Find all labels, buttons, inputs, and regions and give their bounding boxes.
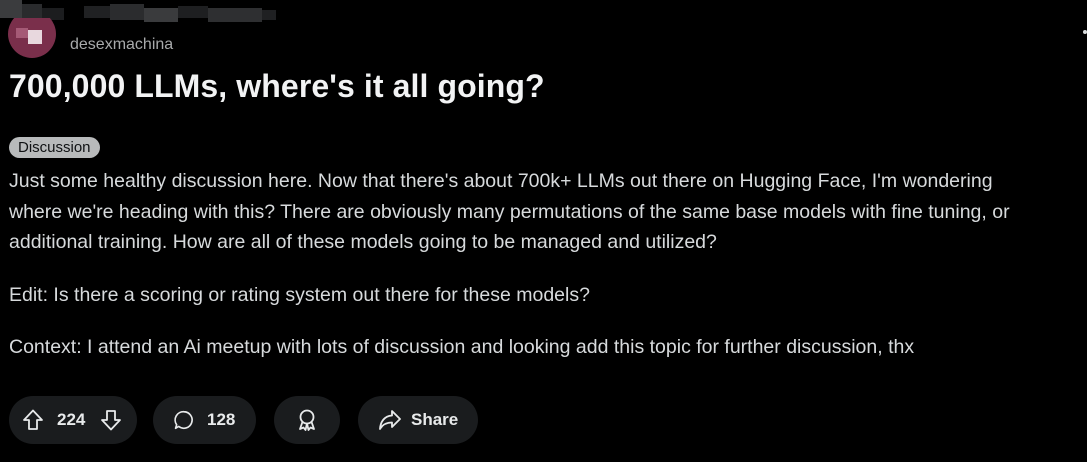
post-flair[interactable]: Discussion	[9, 137, 100, 158]
comment-count: 128	[207, 410, 236, 429]
body-edit-line: Edit: Is there a scoring or rating syste…	[9, 283, 590, 306]
post-title[interactable]: 700,000 LLMs, where's it all going?	[9, 68, 545, 105]
award-button[interactable]	[274, 396, 340, 444]
arrow-up-icon[interactable]	[21, 408, 45, 432]
avatar[interactable]	[8, 18, 56, 58]
comments-button[interactable]: 128	[153, 396, 256, 444]
share-button[interactable]: Share	[358, 396, 478, 444]
speech-bubble-icon	[173, 409, 195, 431]
body-line: Just some healthy discussion here. Now t…	[9, 170, 993, 192]
body-line: where we're heading with this? There are…	[9, 200, 1010, 223]
arrow-down-icon[interactable]	[99, 408, 123, 432]
author-username[interactable]: desexmachina	[70, 36, 173, 54]
body-line: additional training. How are all of thes…	[9, 231, 717, 253]
share-arrow-icon	[378, 409, 402, 431]
post-body: Just some healthy discussion here. Now t…	[9, 166, 1087, 363]
share-label: Share	[411, 410, 459, 429]
body-context-line: Context: I attend an Ai meetup with lots…	[9, 336, 915, 358]
more-options-icon[interactable]	[1083, 30, 1087, 34]
award-ribbon-icon	[295, 408, 319, 432]
vote-pill: 224	[9, 396, 137, 444]
vote-count: 224	[57, 410, 86, 429]
post-card: desexmachina 700,000 LLMs, where's it al…	[0, 0, 1087, 462]
